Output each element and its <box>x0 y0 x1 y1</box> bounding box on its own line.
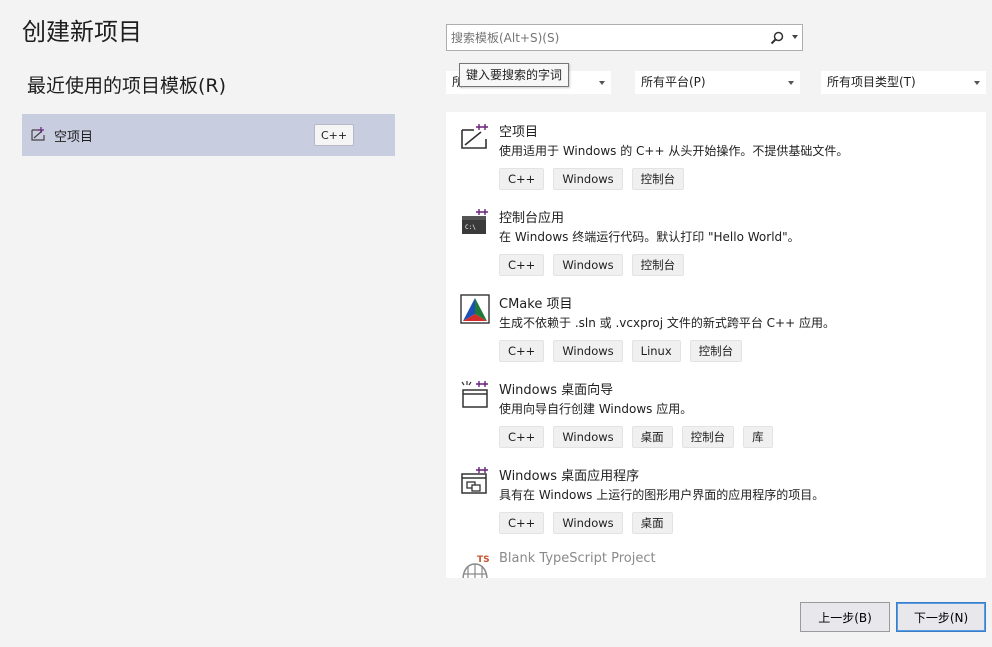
template-description: 在 Windows 终端运行代码。默认打印 "Hello World"。 <box>499 230 800 244</box>
template-description: 使用适用于 Windows 的 C++ 从头开始操作。不提供基础文件。 <box>499 144 849 158</box>
desktop-wizard-icon <box>460 380 490 410</box>
tag: Windows <box>553 512 623 534</box>
next-button[interactable]: 下一步(N) <box>896 602 986 632</box>
tag: Windows <box>553 168 623 190</box>
project-type-filter-label: 所有项目类型(T) <box>827 75 916 89</box>
template-description: 具有在 Windows 上运行的图形用户界面的应用程序的项目。 <box>499 488 825 502</box>
search-box[interactable] <box>446 24 803 51</box>
template-tags: C++ Windows 桌面 控制台 库 <box>499 426 773 448</box>
recent-templates-heading: 最近使用的项目模板(R) <box>27 75 227 97</box>
empty-project-icon <box>30 126 48 144</box>
chevron-down-icon <box>788 81 794 85</box>
template-name: 空项目 <box>499 125 539 140</box>
template-name: Windows 桌面应用程序 <box>499 469 640 484</box>
tag: 桌面 <box>631 426 673 448</box>
tag: C++ <box>499 254 545 276</box>
tag: 控制台 <box>631 254 685 276</box>
template-cmake-project[interactable]: CMake 项目 生成不依赖于 .sln 或 .vcxproj 文件的新式跨平台… <box>446 284 986 370</box>
desktop-app-icon <box>460 466 490 496</box>
template-name: CMake 项目 <box>499 297 573 312</box>
page-title: 创建新项目 <box>22 18 142 46</box>
tag: 控制台 <box>689 340 743 362</box>
tag: C++ <box>499 512 545 534</box>
project-type-filter-dropdown[interactable]: 所有项目类型(T) <box>821 71 986 94</box>
template-tags: C++ Windows 控制台 <box>499 168 685 190</box>
template-console-app[interactable]: C:\ 控制台应用 在 Windows 终端运行代码。默认打印 "Hello W… <box>446 198 986 284</box>
typescript-icon: TS <box>460 552 490 578</box>
cmake-icon <box>460 294 490 324</box>
template-name: 控制台应用 <box>499 211 565 226</box>
tag: 控制台 <box>681 426 735 448</box>
tag: C++ <box>499 340 545 362</box>
window-control-edge <box>945 0 985 3</box>
tag: C++ <box>499 426 545 448</box>
tag: 桌面 <box>631 512 673 534</box>
template-desktop-app[interactable]: Windows 桌面应用程序 具有在 Windows 上运行的图形用户界面的应用… <box>446 456 986 542</box>
tag: C++ <box>499 168 545 190</box>
search-options-chevron-icon[interactable] <box>792 35 798 39</box>
platform-filter-dropdown[interactable]: 所有平台(P) <box>635 71 800 94</box>
tag: 库 <box>743 426 773 448</box>
back-button[interactable]: 上一步(B) <box>800 602 890 632</box>
search-icon[interactable] <box>770 30 784 45</box>
chevron-down-icon <box>974 81 980 85</box>
chevron-down-icon <box>599 81 605 85</box>
template-desktop-wizard[interactable]: Windows 桌面向导 使用向导自行创建 Windows 应用。 C++ Wi… <box>446 370 986 456</box>
tag: Linux <box>631 340 681 362</box>
tag: 控制台 <box>631 168 685 190</box>
template-tags: C++ Windows 桌面 <box>499 512 673 534</box>
template-name: Blank TypeScript Project <box>499 551 656 566</box>
template-empty-project[interactable]: 空项目 使用适用于 Windows 的 C++ 从头开始操作。不提供基础文件。 … <box>446 112 986 198</box>
search-tooltip: 键入要搜索的字词 <box>459 63 570 87</box>
template-description: 生成不依赖于 .sln 或 .vcxproj 文件的新式跨平台 C++ 应用。 <box>499 316 835 330</box>
svg-text:C:\: C:\ <box>465 224 476 231</box>
template-blank-typescript[interactable]: TS Blank TypeScript Project <box>446 542 986 578</box>
template-description: 使用向导自行创建 Windows 应用。 <box>499 402 693 416</box>
tag: Windows <box>553 426 623 448</box>
template-name: Windows 桌面向导 <box>499 383 614 398</box>
recent-item-tag: C++ <box>314 124 354 146</box>
recent-item-label: 空项目 <box>54 130 94 145</box>
console-app-icon: C:\ <box>460 208 490 238</box>
tag: Windows <box>553 340 623 362</box>
tag: Windows <box>553 254 623 276</box>
search-input[interactable] <box>451 28 761 47</box>
recent-item-empty-project[interactable]: 空项目 C++ <box>22 114 395 156</box>
template-list[interactable]: 空项目 使用适用于 Windows 的 C++ 从头开始操作。不提供基础文件。 … <box>446 112 986 578</box>
svg-text:TS: TS <box>477 555 490 565</box>
template-tags: C++ Windows Linux 控制台 <box>499 340 743 362</box>
platform-filter-label: 所有平台(P) <box>641 75 706 89</box>
template-tags: C++ Windows 控制台 <box>499 254 685 276</box>
empty-project-icon <box>460 122 490 152</box>
